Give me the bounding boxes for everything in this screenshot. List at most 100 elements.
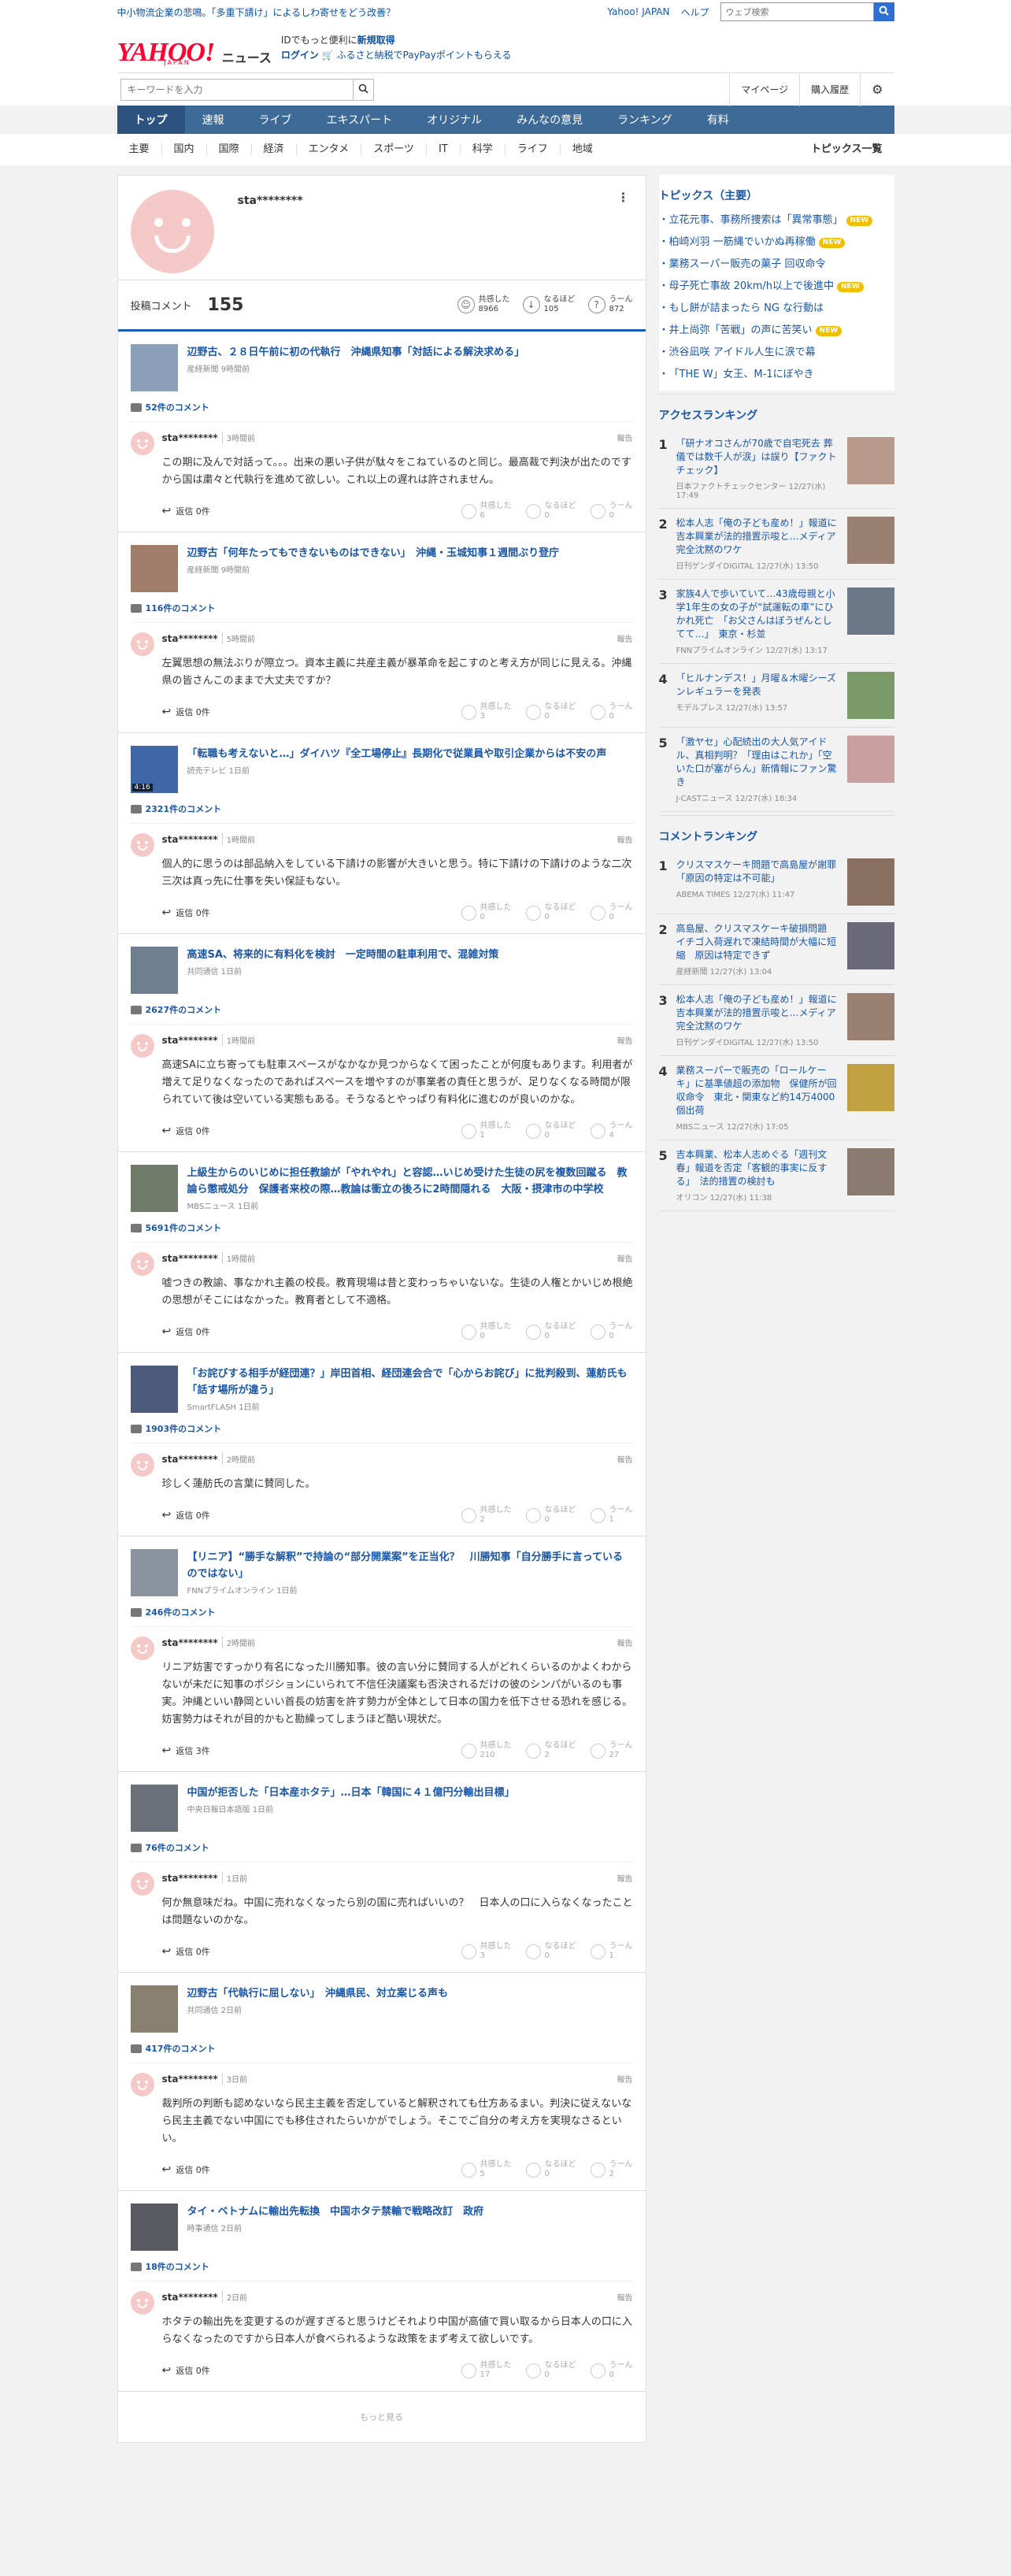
reaction-empathy-button[interactable]: 共感した 210 (461, 1741, 512, 1760)
topic-item[interactable]: 井上尚弥「苦戦」の声に苦笑いNEW (659, 320, 894, 342)
article-title[interactable]: タイ・ベトナムに輸出先転換 中国ホタテ禁輸で戦略改訂 政府 (187, 2203, 484, 2220)
article-link[interactable]: 辺野古、２８日午前に初の代執行 沖縄県知事「対話による解決求める」 産経新聞 9時… (130, 332, 633, 391)
snav-item[interactable]: IT (425, 144, 460, 155)
article-link[interactable]: 辺野古「何年たってもできないものはできない」 沖縄・玉城知事１週間ぶり登庁 産経新… (130, 532, 633, 592)
reaction-hmm-button[interactable]: うーん 0 (590, 2361, 633, 2380)
report-link[interactable]: 報告 (617, 2073, 633, 2085)
ranking-item[interactable]: 4 業務スーパーで販売の「ロールケーキ」に基準値超の添加物 保健所が回収命令 東北… (658, 1056, 894, 1140)
article-link[interactable]: 「お詫びする相手が経団連？」岸田首相、経団連会合で「心からお詫び」に批判殺到、蓮… (130, 1353, 633, 1413)
reaction-hmm-button[interactable]: うーん 0 (590, 1322, 633, 1341)
reaction-empathy-button[interactable]: 共感した 0 (461, 903, 512, 922)
topic-item[interactable]: 柏崎刈羽 一筋縄でいかぬ再稼働NEW (659, 232, 894, 254)
article-title[interactable]: 【リニア】“勝手な解釈”で持論の“部分開業案”を正当化？ 川勝知事「自分勝手に言… (187, 1549, 633, 1582)
reaction-naruhodo-button[interactable]: なるほど 0 (525, 903, 576, 922)
reaction-hmm-button[interactable]: うーん 0 (590, 502, 633, 521)
article-link[interactable]: 辺野古「代執行に屈しない」 沖縄県民、対立案じる声も 共同通信 2日前 (130, 1973, 633, 2033)
keyword-search-button[interactable] (352, 79, 373, 100)
comment-count-link[interactable]: 2321件のコメント (130, 802, 633, 824)
topic-item[interactable]: 業務スーパー販売の菓子 回収命令 (659, 254, 894, 276)
reaction-hmm-button[interactable]: うーん 0 (590, 702, 633, 721)
comment-count-link[interactable]: 5691件のコメント (130, 1221, 633, 1243)
purchase-history-link[interactable]: 購入履歴 (799, 72, 860, 106)
report-link[interactable]: 報告 (617, 1252, 633, 1264)
help-link[interactable]: ヘルプ (680, 6, 709, 19)
snav-item[interactable]: ライフ (504, 144, 560, 155)
reply-button[interactable]: ↩ 返信 0件 (162, 505, 447, 517)
article-link[interactable]: タイ・ベトナムに輸出先転換 中国ホタテ禁輸で戦略改訂 政府 時事通信 2日前 (130, 2191, 633, 2251)
snav-item[interactable]: スポーツ (361, 144, 426, 155)
ranking-title[interactable]: 吉本興業、松本人志めぐる「週刊文春」報道を否定「客観的事実に反する」 法的措置の… (676, 1148, 841, 1188)
reaction-naruhodo-button[interactable]: なるほど 0 (525, 702, 576, 721)
reaction-naruhodo-button[interactable]: なるほど 2 (525, 1741, 576, 1760)
article-thumbnail[interactable] (130, 947, 178, 994)
ranking-thumbnail[interactable] (846, 672, 894, 719)
ranking-title[interactable]: 「ヒルナンデス！」月曜＆木曜シーズンレギュラーを発表 (676, 672, 841, 699)
login-link[interactable]: ログイン (281, 50, 319, 61)
reaction-empathy-button[interactable]: 共感した 1 (461, 1121, 512, 1140)
reply-button[interactable]: ↩ 返信 0件 (162, 1945, 447, 1958)
ranking-item[interactable]: 2 高島屋、クリスマスケーキ破損問題 イチゴ入荷遅れで凍結時間が大幅に短縮 原因は… (658, 914, 894, 985)
reaction-empathy-button[interactable]: 共感した 17 (461, 2361, 512, 2380)
article-thumbnail[interactable] (130, 545, 178, 592)
article-thumbnail[interactable] (130, 344, 178, 391)
article-title[interactable]: 「お詫びする相手が経団連？」岸田首相、経団連会合で「心からお詫び」に批判殺到、蓮… (187, 1366, 633, 1399)
furusato-link[interactable]: ふるさと納税でPayPayポイントもらえる (337, 50, 512, 61)
ranking-item[interactable]: 1 「研ナオコさんが70歳で自宅死去 葬儀では数千人が涙」は誤り【ファクトチェック… (658, 429, 894, 509)
reaction-hmm-button[interactable]: うーん 0 (590, 903, 633, 922)
reaction-naruhodo-button[interactable]: なるほど 0 (525, 1942, 576, 1961)
report-link[interactable]: 報告 (617, 1872, 633, 1884)
ranking-thumbnail[interactable] (846, 587, 894, 635)
comment-count-link[interactable]: 116件のコメント (130, 602, 633, 623)
gnav-breaking[interactable]: 速報 (185, 106, 242, 134)
gnav-paid[interactable]: 有料 (690, 106, 746, 134)
reply-button[interactable]: ↩ 返信 0件 (162, 1325, 447, 1338)
article-title[interactable]: 「転職も考えないと…」ダイハツ『全工場停止』長期化で従業員や取引企業からは不安の… (187, 746, 607, 762)
ranking-thumbnail[interactable] (846, 437, 894, 484)
article-title[interactable]: 上級生からのいじめに担任教諭が「やれやれ」と容認…いじめ受けた生徒の尻を複数回蹴… (187, 1165, 633, 1198)
snav-item[interactable]: 経済 (250, 144, 296, 155)
article-thumbnail[interactable] (130, 1165, 178, 1212)
promo-link[interactable]: 中小物流企業の悲鳴。「多重下請け」によるしわ寄せをどう改善？ (117, 6, 396, 19)
reaction-empathy-button[interactable]: 共感した 3 (461, 702, 512, 721)
web-search-button[interactable] (873, 2, 894, 21)
article-thumbnail[interactable] (130, 1785, 178, 1832)
reaction-empathy-button[interactable]: 共感した 3 (461, 1942, 512, 1961)
reply-button[interactable]: ↩ 返信 0件 (162, 1125, 447, 1137)
more-button[interactable]: もっと見る (118, 2392, 646, 2442)
ranking-title[interactable]: 業務スーパーで販売の「ロールケーキ」に基準値超の添加物 保健所が回収命令 東北・… (676, 1064, 841, 1118)
report-link[interactable]: 報告 (617, 1034, 633, 1046)
report-link[interactable]: 報告 (617, 1453, 633, 1465)
article-title[interactable]: 高速SA、将来的に有料化を検討 一定時間の駐車利用で、混雑対策 (187, 947, 499, 963)
reaction-hmm-button[interactable]: うーん 2 (590, 2160, 633, 2179)
topic-item[interactable]: 渋谷凪咲 アイドル人生に涙で幕 (659, 342, 894, 364)
reply-button[interactable]: ↩ 返信 0件 (162, 2364, 447, 2377)
article-thumbnail[interactable] (130, 1549, 178, 1596)
reaction-naruhodo-button[interactable]: なるほど 0 (525, 1506, 576, 1525)
article-thumbnail[interactable] (130, 1985, 178, 2033)
reaction-empathy-button[interactable]: 共感した 5 (461, 2160, 512, 2179)
gnav-ranking[interactable]: ランキング (600, 106, 690, 134)
ranking-thumbnail[interactable] (846, 1064, 894, 1111)
comment-count-link[interactable]: 18件のコメント (130, 2260, 633, 2281)
snav-item[interactable]: 主要 (117, 144, 161, 155)
comment-count-link[interactable]: 1903件のコメント (130, 1422, 633, 1444)
comment-count-link[interactable]: 417件のコメント (130, 2042, 633, 2063)
gnav-opinion[interactable]: みんなの意見 (499, 106, 600, 134)
comment-count-link[interactable]: 76件のコメント (130, 1841, 633, 1863)
ranking-item[interactable]: 2 松本人志「俺の子ども産め！」報道に吉本興業が法的措置示唆と…メディア完全沈黙の… (658, 509, 894, 580)
more-menu-icon[interactable]: ⋮ (617, 190, 630, 205)
comment-count-link[interactable]: 246件のコメント (130, 1606, 633, 1627)
topic-item[interactable]: 母子死亡事故 20km/h以上で後進中NEW (659, 276, 894, 298)
ranking-thumbnail[interactable] (846, 993, 894, 1040)
ranking-title[interactable]: 「研ナオコさんが70歳で自宅死去 葬儀では数千人が涙」は誤り【ファクトチェック】 (676, 437, 841, 477)
ranking-item[interactable]: 1 クリスマスケーキ問題で高島屋が謝罪「原因の特定は不可能」 ABEMA TIMES… (658, 851, 894, 914)
article-link[interactable]: 上級生からのいじめに担任教諭が「やれやれ」と容認…いじめ受けた生徒の尻を複数回蹴… (130, 1152, 633, 1212)
web-search-input[interactable] (720, 2, 874, 21)
snav-item[interactable]: 地域 (559, 144, 605, 155)
article-link[interactable]: 高速SA、将来的に有料化を検討 一定時間の駐車利用で、混雑対策 共同通信 1日前 (130, 934, 633, 994)
report-link[interactable]: 報告 (617, 833, 633, 845)
article-link[interactable]: 中国が拒否した「日本産ホタテ」…日本「韓国に４１億円分輸出目標」 中央日報日本語版… (130, 1772, 633, 1832)
ranking-item[interactable]: 4 「ヒルナンデス！」月曜＆木曜シーズンレギュラーを発表 モデルプレス 12/27(… (658, 664, 894, 728)
snav-item[interactable]: 国際 (206, 144, 251, 155)
report-link[interactable]: 報告 (617, 632, 633, 644)
